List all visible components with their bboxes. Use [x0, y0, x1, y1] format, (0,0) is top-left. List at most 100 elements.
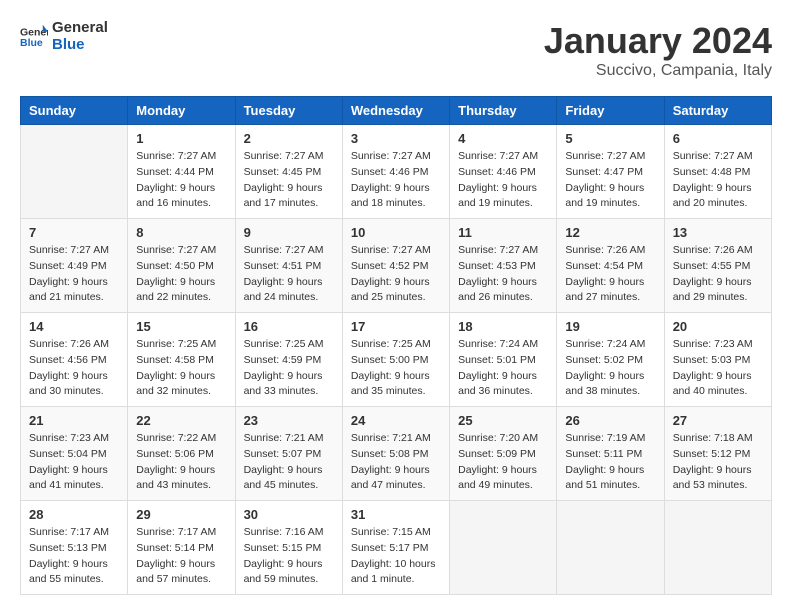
calendar-week-row-3: 14 Sunrise: 7:26 AM Sunset: 4:56 PM Dayli… — [21, 313, 772, 407]
day-info: Sunrise: 7:27 AM Sunset: 4:49 PM Dayligh… — [29, 243, 119, 306]
day-number: 14 — [29, 319, 119, 334]
day-number: 8 — [136, 225, 226, 240]
day-info: Sunrise: 7:27 AM Sunset: 4:46 PM Dayligh… — [351, 149, 441, 212]
calendar-week-row-2: 7 Sunrise: 7:27 AM Sunset: 4:49 PM Daylig… — [21, 219, 772, 313]
calendar-cell: 8 Sunrise: 7:27 AM Sunset: 4:50 PM Daylig… — [128, 219, 235, 313]
calendar-cell — [557, 501, 664, 595]
day-info: Sunrise: 7:23 AM Sunset: 5:04 PM Dayligh… — [29, 431, 119, 494]
calendar-cell: 13 Sunrise: 7:26 AM Sunset: 4:55 PM Dayli… — [664, 219, 771, 313]
calendar-cell: 6 Sunrise: 7:27 AM Sunset: 4:48 PM Daylig… — [664, 125, 771, 219]
weekday-header-saturday: Saturday — [664, 97, 771, 125]
weekday-header-sunday: Sunday — [21, 97, 128, 125]
calendar-cell: 27Sunrise: 7:18 AM Sunset: 5:12 PM Dayli… — [664, 407, 771, 501]
day-info: Sunrise: 7:15 AM Sunset: 5:17 PM Dayligh… — [351, 525, 441, 588]
calendar-table: SundayMondayTuesdayWednesdayThursdayFrid… — [20, 96, 772, 595]
day-info: Sunrise: 7:16 AM Sunset: 5:15 PM Dayligh… — [244, 525, 334, 588]
calendar-cell: 14 Sunrise: 7:26 AM Sunset: 4:56 PM Dayli… — [21, 313, 128, 407]
svg-text:Blue: Blue — [20, 36, 43, 48]
calendar-cell: 20Sunrise: 7:23 AM Sunset: 5:03 PM Dayli… — [664, 313, 771, 407]
calendar-cell: 29Sunrise: 7:17 AM Sunset: 5:14 PM Dayli… — [128, 501, 235, 595]
day-info: Sunrise: 7:26 AM Sunset: 4:56 PM Dayligh… — [29, 337, 119, 400]
day-number: 10 — [351, 225, 441, 240]
day-info: Sunrise: 7:27 AM Sunset: 4:50 PM Dayligh… — [136, 243, 226, 306]
day-info: Sunrise: 7:27 AM Sunset: 4:44 PM Dayligh… — [136, 149, 226, 212]
calendar-cell: 10 Sunrise: 7:27 AM Sunset: 4:52 PM Dayli… — [342, 219, 449, 313]
calendar-cell — [450, 501, 557, 595]
day-info: Sunrise: 7:27 AM Sunset: 4:45 PM Dayligh… — [244, 149, 334, 212]
day-number: 13 — [673, 225, 763, 240]
logo: General Blue General Blue — [20, 20, 108, 53]
calendar-cell: 9Sunrise: 7:27 AM Sunset: 4:51 PM Daylig… — [235, 219, 342, 313]
weekday-header-thursday: Thursday — [450, 97, 557, 125]
calendar-title: January 2024 — [544, 20, 772, 62]
day-number: 6 — [673, 131, 763, 146]
day-number: 31 — [351, 507, 441, 522]
calendar-cell: 21 Sunrise: 7:23 AM Sunset: 5:04 PM Dayli… — [21, 407, 128, 501]
logo-blue-text: Blue — [52, 37, 108, 54]
calendar-cell: 24Sunrise: 7:21 AM Sunset: 5:08 PM Dayli… — [342, 407, 449, 501]
calendar-week-row-4: 21 Sunrise: 7:23 AM Sunset: 5:04 PM Dayli… — [21, 407, 772, 501]
calendar-cell — [21, 125, 128, 219]
day-number: 27 — [673, 413, 763, 428]
day-info: Sunrise: 7:25 AM Sunset: 4:58 PM Dayligh… — [136, 337, 226, 400]
day-number: 18 — [458, 319, 548, 334]
day-info: Sunrise: 7:26 AM Sunset: 4:55 PM Dayligh… — [673, 243, 763, 306]
day-number: 16 — [244, 319, 334, 334]
calendar-subtitle: Succivo, Campania, Italy — [544, 62, 772, 80]
day-number: 30 — [244, 507, 334, 522]
calendar-cell: 11 Sunrise: 7:27 AM Sunset: 4:53 PM Dayli… — [450, 219, 557, 313]
calendar-cell: 30 Sunrise: 7:16 AM Sunset: 5:15 PM Dayli… — [235, 501, 342, 595]
day-info: Sunrise: 7:20 AM Sunset: 5:09 PM Dayligh… — [458, 431, 548, 494]
day-info: Sunrise: 7:27 AM Sunset: 4:46 PM Dayligh… — [458, 149, 548, 212]
day-info: Sunrise: 7:27 AM Sunset: 4:47 PM Dayligh… — [565, 149, 655, 212]
day-number: 4 — [458, 131, 548, 146]
calendar-cell: 15Sunrise: 7:25 AM Sunset: 4:58 PM Dayli… — [128, 313, 235, 407]
calendar-cell: 31 Sunrise: 7:15 AM Sunset: 5:17 PM Dayli… — [342, 501, 449, 595]
calendar-week-row-1: 1Sunrise: 7:27 AM Sunset: 4:44 PM Daylig… — [21, 125, 772, 219]
calendar-cell: 7 Sunrise: 7:27 AM Sunset: 4:49 PM Daylig… — [21, 219, 128, 313]
day-number: 9 — [244, 225, 334, 240]
calendar-header: General Blue General Blue January 2024 S… — [20, 20, 772, 80]
calendar-cell: 28Sunrise: 7:17 AM Sunset: 5:13 PM Dayli… — [21, 501, 128, 595]
calendar-cell: 25 Sunrise: 7:20 AM Sunset: 5:09 PM Dayli… — [450, 407, 557, 501]
day-number: 23 — [244, 413, 334, 428]
logo-icon: General Blue — [20, 23, 48, 51]
calendar-cell: 19Sunrise: 7:24 AM Sunset: 5:02 PM Dayli… — [557, 313, 664, 407]
day-info: Sunrise: 7:17 AM Sunset: 5:13 PM Dayligh… — [29, 525, 119, 588]
day-info: Sunrise: 7:24 AM Sunset: 5:01 PM Dayligh… — [458, 337, 548, 400]
day-info: Sunrise: 7:27 AM Sunset: 4:48 PM Dayligh… — [673, 149, 763, 212]
calendar-cell — [664, 501, 771, 595]
day-number: 20 — [673, 319, 763, 334]
day-number: 25 — [458, 413, 548, 428]
title-area: January 2024 Succivo, Campania, Italy — [544, 20, 772, 80]
calendar-cell: 1Sunrise: 7:27 AM Sunset: 4:44 PM Daylig… — [128, 125, 235, 219]
day-info: Sunrise: 7:27 AM Sunset: 4:52 PM Dayligh… — [351, 243, 441, 306]
calendar-cell: 18 Sunrise: 7:24 AM Sunset: 5:01 PM Dayli… — [450, 313, 557, 407]
day-info: Sunrise: 7:26 AM Sunset: 4:54 PM Dayligh… — [565, 243, 655, 306]
day-number: 22 — [136, 413, 226, 428]
day-info: Sunrise: 7:27 AM Sunset: 4:53 PM Dayligh… — [458, 243, 548, 306]
calendar-cell: 3 Sunrise: 7:27 AM Sunset: 4:46 PM Daylig… — [342, 125, 449, 219]
weekday-header-row: SundayMondayTuesdayWednesdayThursdayFrid… — [21, 97, 772, 125]
day-number: 11 — [458, 225, 548, 240]
day-number: 19 — [565, 319, 655, 334]
logo-general-text: General — [52, 20, 108, 37]
calendar-cell: 26Sunrise: 7:19 AM Sunset: 5:11 PM Dayli… — [557, 407, 664, 501]
calendar-cell: 16 Sunrise: 7:25 AM Sunset: 4:59 PM Dayli… — [235, 313, 342, 407]
day-info: Sunrise: 7:19 AM Sunset: 5:11 PM Dayligh… — [565, 431, 655, 494]
calendar-cell: 5 Sunrise: 7:27 AM Sunset: 4:47 PM Daylig… — [557, 125, 664, 219]
weekday-header-tuesday: Tuesday — [235, 97, 342, 125]
day-number: 12 — [565, 225, 655, 240]
day-number: 3 — [351, 131, 441, 146]
calendar-cell: 2Sunrise: 7:27 AM Sunset: 4:45 PM Daylig… — [235, 125, 342, 219]
weekday-header-monday: Monday — [128, 97, 235, 125]
day-number: 24 — [351, 413, 441, 428]
day-info: Sunrise: 7:25 AM Sunset: 4:59 PM Dayligh… — [244, 337, 334, 400]
calendar-cell: 17Sunrise: 7:25 AM Sunset: 5:00 PM Dayli… — [342, 313, 449, 407]
day-number: 5 — [565, 131, 655, 146]
day-number: 21 — [29, 413, 119, 428]
weekday-header-friday: Friday — [557, 97, 664, 125]
calendar-cell: 23Sunrise: 7:21 AM Sunset: 5:07 PM Dayli… — [235, 407, 342, 501]
day-info: Sunrise: 7:17 AM Sunset: 5:14 PM Dayligh… — [136, 525, 226, 588]
day-number: 7 — [29, 225, 119, 240]
